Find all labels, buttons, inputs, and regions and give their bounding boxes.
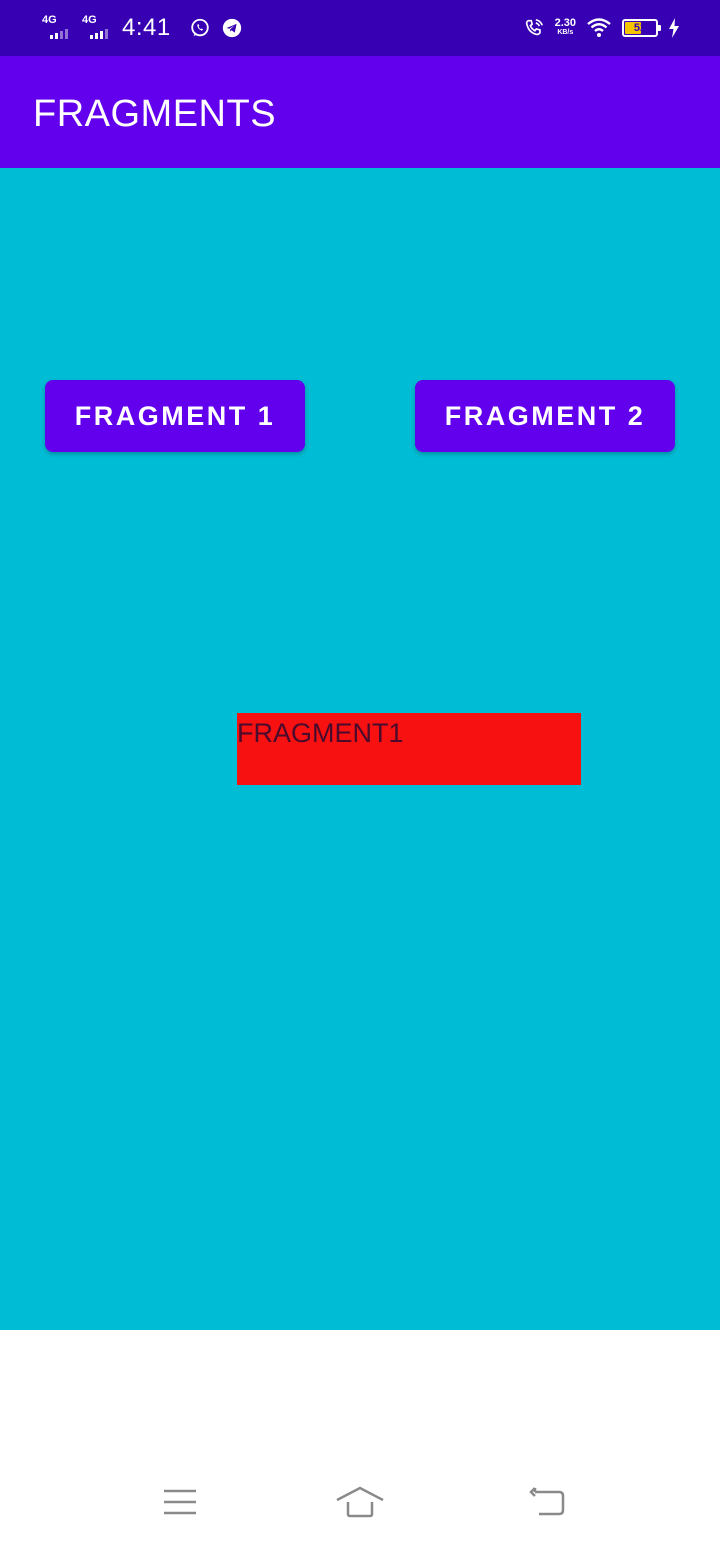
status-left: 4G 4G 4:41 [42,0,243,56]
charging-icon [669,18,679,38]
whatsapp-icon [191,18,209,37]
clock: 4:41 [122,14,171,41]
wifi-call-icon [525,18,543,36]
speed-value: 2.30 [554,17,576,29]
signal-bars-icon [50,29,68,39]
status-bar: 4G 4G 4:41 2.30 KB/s 52 [0,0,720,56]
network-type-label: 4G [82,14,97,26]
app-bar: FRAGMENTS [0,56,720,168]
wifi-icon [587,18,611,37]
menu-button[interactable] [150,1472,210,1532]
network-speed: 2.30 KB/s [555,18,576,38]
fragment-container: FRAGMENT1 [237,713,581,785]
back-icon [529,1487,565,1516]
telegram-icon [222,18,241,38]
back-button[interactable] [519,1472,579,1532]
battery-icon: 52 [622,19,661,37]
battery-percent: 52 [633,22,647,34]
main-content: FRAGMENT 1 FRAGMENT 2 FRAGMENT1 [0,168,720,1330]
menu-icon [164,1489,196,1515]
fragment-1-button[interactable]: FRAGMENT 1 [45,380,305,452]
speed-unit: KB/s [557,29,574,36]
navigation-bar [0,1330,720,1544]
app-title: FRAGMENTS [33,93,277,135]
signal-bars-icon [90,29,108,39]
fragment-2-button[interactable]: FRAGMENT 2 [415,380,675,452]
status-right: 2.30 KB/s 52 [523,0,680,56]
home-icon [336,1486,384,1518]
network-type-label: 4G [42,14,57,26]
signal-2: 4G [82,15,112,41]
fragment-label: FRAGMENT1 [237,718,404,748]
home-button[interactable] [330,1472,390,1532]
signal-1: 4G [42,15,72,41]
